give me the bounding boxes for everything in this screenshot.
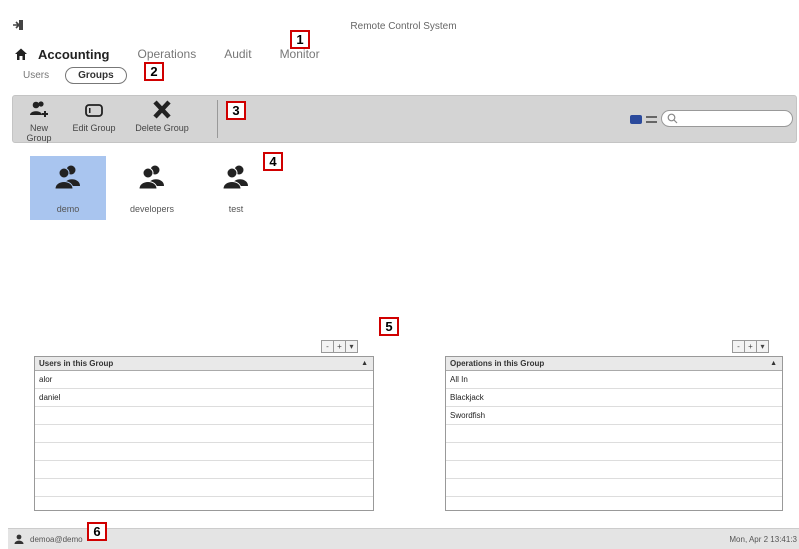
users-header-label: Users in this Group: [39, 359, 114, 368]
group-icon: [138, 165, 164, 190]
table-row[interactable]: All In: [446, 371, 782, 389]
group-item-developers[interactable]: developers: [114, 156, 190, 220]
operations-table-header[interactable]: Operations in this Group ▲: [446, 357, 782, 371]
sort-asc-icon: ▲: [361, 360, 368, 367]
current-user: demoa@demo: [30, 535, 83, 544]
table-row[interactable]: alor: [35, 371, 373, 389]
subnav-users[interactable]: Users: [23, 70, 49, 81]
add-group-icon: [30, 101, 48, 117]
table-row[interactable]: Blackjack: [446, 389, 782, 407]
operations-menu-button[interactable]: ▾: [756, 340, 769, 353]
callout-badge: 3: [226, 101, 246, 120]
nav-operations[interactable]: Operations: [138, 47, 197, 61]
new-group-button[interactable]: New Group: [17, 100, 61, 143]
table-row: [35, 461, 373, 479]
group-icon: [222, 165, 248, 190]
table-row: [35, 479, 373, 497]
table-row: [446, 443, 782, 461]
toolbar: New Group Edit Group Delete Group: [12, 95, 797, 143]
sort-asc-icon: ▲: [770, 360, 777, 367]
group-icon: [54, 165, 80, 190]
group-label: test: [228, 204, 244, 214]
operations-table: Operations in this Group ▲ All In Blackja…: [445, 356, 783, 511]
home-icon[interactable]: [14, 47, 28, 61]
user-icon: [14, 534, 24, 544]
edit-group-label: Edit Group: [72, 123, 116, 133]
delete-group-button[interactable]: Delete Group: [127, 100, 197, 133]
edit-icon: [85, 104, 103, 117]
status-time: Mon, Apr 2 13:41:3: [729, 535, 797, 544]
delete-x-icon: [153, 100, 171, 119]
window-title: Remote Control System: [350, 21, 457, 32]
nav-audit[interactable]: Audit: [224, 47, 251, 61]
group-label: developers: [129, 204, 175, 214]
operations-header-label: Operations in this Group: [450, 359, 545, 368]
users-table: Users in this Group ▲ alor daniel: [34, 356, 374, 511]
callout-badge: 6: [87, 522, 107, 541]
users-table-header[interactable]: Users in this Group ▲: [35, 357, 373, 371]
edit-group-button[interactable]: Edit Group: [69, 100, 119, 133]
status-bar: demoa@demo Mon, Apr 2 13:41:3: [8, 528, 799, 549]
search-icon: [667, 113, 678, 124]
nav-accounting[interactable]: Accounting: [38, 47, 110, 62]
new-group-label: New Group: [26, 123, 52, 143]
callout-badge: 5: [379, 317, 399, 336]
callout-badge: 1: [290, 30, 310, 49]
callout-badge: 4: [263, 152, 283, 171]
subnav-groups[interactable]: Groups: [65, 67, 127, 84]
callout-badge: 2: [144, 62, 164, 81]
group-label: demo: [56, 204, 80, 214]
table-row: [35, 407, 373, 425]
table-row[interactable]: Swordfish: [446, 407, 782, 425]
table-row: [446, 425, 782, 443]
delete-group-label: Delete Group: [135, 123, 189, 133]
toolbar-separator: [217, 100, 218, 138]
grid-view-icon[interactable]: [630, 115, 642, 124]
table-row: [446, 479, 782, 497]
group-item-demo[interactable]: demo: [30, 156, 106, 220]
sub-nav: Users Groups: [23, 67, 143, 84]
table-row: [446, 461, 782, 479]
table-row: [35, 425, 373, 443]
list-view-icon[interactable]: [646, 116, 657, 123]
users-menu-button[interactable]: ▾: [345, 340, 358, 353]
search-input[interactable]: [661, 110, 793, 127]
title-bar: Remote Control System: [8, 14, 799, 38]
table-row[interactable]: daniel: [35, 389, 373, 407]
nav-monitor[interactable]: Monitor: [280, 47, 320, 61]
table-row: [35, 443, 373, 461]
